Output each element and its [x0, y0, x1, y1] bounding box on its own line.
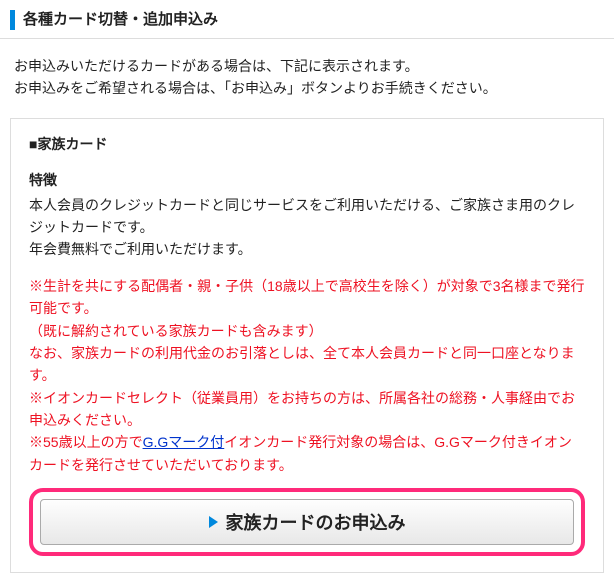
- features-label: 特徴: [29, 169, 585, 191]
- features-line-1: 本人会員のクレジットカードと同じサービスをご利用いただける、ご家族さま用のクレジ…: [29, 197, 575, 235]
- note-1: ※生計を共にする配偶者・親・子供（18歳以上で高校生を除く）が対象で3名様まで発…: [29, 275, 585, 320]
- intro-line-1: お申込みいただけるカードがある場合は、下記に表示されます。: [14, 55, 600, 77]
- notes-block: ※生計を共にする配偶者・親・子供（18歳以上で高校生を除く）が対象で3名様まで発…: [29, 275, 585, 477]
- apply-highlight-frame: 家族カードのお申込み: [29, 488, 585, 556]
- note-5-prefix: ※55歳以上の方で: [29, 434, 143, 450]
- apply-button-label: 家族カードのお申込み: [226, 509, 406, 535]
- note-5: ※55歳以上の方でG.Gマーク付イオンカード発行対象の場合は、G.Gマーク付きイ…: [29, 431, 585, 476]
- note-2: （既に解約されている家族カードも含みます）: [29, 320, 585, 342]
- gg-mark-link[interactable]: G.Gマーク付: [143, 434, 225, 450]
- intro-line-2: お申込みをご希望される場合は、「お申込み」ボタンよりお手続きください。: [14, 77, 600, 99]
- page-title: 各種カード切替・追加申込み: [23, 8, 218, 32]
- note-3: なお、家族カードの利用代金のお引落としは、全て本人会員カードと同一口座となります…: [29, 342, 585, 387]
- features-line-2: 年会費無料でご利用いただけます。: [29, 241, 252, 257]
- title-accent: [10, 10, 15, 30]
- note-4: ※イオンカードセレクト（従業員用）をお持ちの方は、所属各社の総務・人事経由でお申…: [29, 387, 585, 432]
- family-card-apply-button[interactable]: 家族カードのお申込み: [40, 499, 574, 545]
- play-triangle-icon: [209, 516, 218, 528]
- page-title-bar: 各種カード切替・追加申込み: [0, 0, 614, 39]
- features-text: 本人会員のクレジットカードと同じサービスをご利用いただける、ご家族さま用のクレジ…: [29, 194, 585, 261]
- family-card-panel: ■家族カード 特徴 本人会員のクレジットカードと同じサービスをご利用いただける、…: [10, 118, 604, 573]
- intro-block: お申込みいただけるカードがある場合は、下記に表示されます。 お申込みをご希望され…: [0, 39, 614, 118]
- panel-title: ■家族カード: [29, 133, 585, 155]
